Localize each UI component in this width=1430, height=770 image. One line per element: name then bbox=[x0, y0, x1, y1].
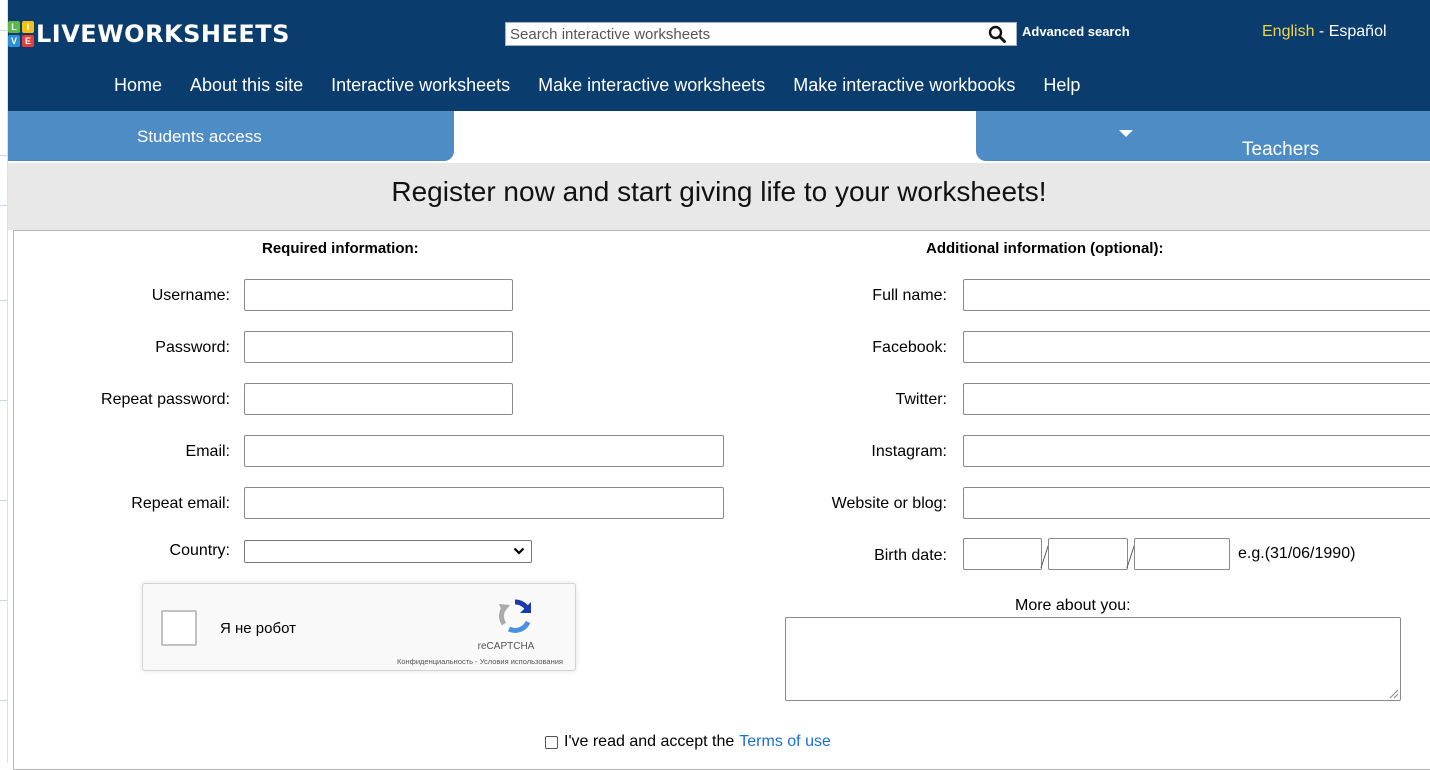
chevron-down-icon bbox=[513, 547, 525, 555]
website-input[interactable] bbox=[963, 487, 1430, 519]
access-tabs: Students access Teachers access bbox=[8, 111, 1430, 182]
twitter-input[interactable] bbox=[963, 383, 1430, 415]
instagram-label: Instagram: bbox=[871, 443, 947, 460]
birth-year-input[interactable] bbox=[1134, 538, 1230, 570]
nav-make-workbooks[interactable]: Make interactive workbooks bbox=[793, 75, 1015, 96]
recaptcha-checkbox[interactable] bbox=[161, 610, 197, 646]
birth-month-input[interactable] bbox=[1048, 538, 1128, 570]
email-label: Email: bbox=[185, 443, 230, 460]
header-bar: L I V E LIVEWORKSHEETS Advanced search E… bbox=[8, 0, 1430, 111]
username-label: Username: bbox=[151, 287, 230, 304]
logo-text: LIVEWORKSHEETS bbox=[36, 20, 290, 48]
lang-english-link[interactable]: English bbox=[1262, 23, 1314, 40]
full-name-label: Full name: bbox=[872, 287, 947, 304]
password-label: Password: bbox=[155, 339, 230, 356]
full-name-input[interactable] bbox=[963, 279, 1430, 311]
terms-row: I've read and accept the Terms of use bbox=[545, 733, 831, 751]
instagram-input[interactable] bbox=[963, 435, 1430, 467]
email-input[interactable] bbox=[244, 435, 724, 467]
facebook-input[interactable] bbox=[963, 331, 1430, 363]
nav-make-worksheets[interactable]: Make interactive worksheets bbox=[538, 75, 765, 96]
password-input[interactable] bbox=[244, 331, 513, 363]
birth-day-input[interactable] bbox=[963, 538, 1042, 570]
repeat-email-label: Repeat email: bbox=[131, 495, 230, 512]
page-title: Register now and start giving life to yo… bbox=[391, 176, 1047, 207]
more-about-label: More about you: bbox=[1015, 597, 1131, 614]
lang-spanish-link[interactable]: Español bbox=[1329, 23, 1387, 40]
birth-date-example: e.g.(31/06/1990) bbox=[1238, 545, 1356, 562]
recaptcha-links-separator: - bbox=[473, 657, 480, 666]
country-label: Country: bbox=[169, 542, 230, 559]
students-access-label: Students access bbox=[137, 127, 262, 146]
facebook-label: Facebook: bbox=[872, 339, 947, 356]
birth-date-label: Birth date: bbox=[874, 547, 947, 564]
search-input[interactable] bbox=[506, 23, 974, 45]
recaptcha-terms-link[interactable]: Условия использования bbox=[480, 657, 563, 666]
website-label: Website or blog: bbox=[831, 495, 947, 512]
advanced-search-link[interactable]: Advanced search bbox=[1022, 24, 1130, 39]
students-access-tab[interactable]: Students access bbox=[8, 111, 454, 161]
lang-separator: - bbox=[1314, 23, 1329, 40]
recaptcha-brand: reCAPTCHA bbox=[477, 641, 535, 652]
country-select[interactable] bbox=[244, 540, 532, 563]
resize-grip-icon[interactable] bbox=[1389, 689, 1399, 699]
terms-checkbox[interactable] bbox=[545, 735, 558, 749]
terms-text: I've read and accept the bbox=[564, 733, 735, 750]
language-switcher: English - Español bbox=[1262, 23, 1387, 41]
more-about-textarea[interactable] bbox=[785, 617, 1401, 701]
username-input[interactable] bbox=[244, 279, 513, 311]
repeat-email-input[interactable] bbox=[244, 487, 724, 519]
repeat-password-label: Repeat password: bbox=[101, 391, 230, 408]
repeat-password-input[interactable] bbox=[244, 383, 513, 415]
nav-interactive-worksheets[interactable]: Interactive worksheets bbox=[331, 75, 510, 96]
nav-help[interactable]: Help bbox=[1043, 75, 1080, 96]
optional-heading: Additional information (optional): bbox=[926, 240, 1164, 257]
terms-of-use-link[interactable]: Terms of use bbox=[739, 733, 831, 751]
title-band: Register now and start giving life to yo… bbox=[8, 163, 1430, 230]
logo-mark-icon: L I V E bbox=[8, 21, 34, 47]
nav-about[interactable]: About this site bbox=[190, 75, 303, 96]
recaptcha-widget: Я не робот reCAPTCHA Конфиденциальность … bbox=[142, 583, 576, 671]
site-logo[interactable]: L I V E LIVEWORKSHEETS bbox=[8, 16, 290, 52]
recaptcha-label: Я не робот bbox=[220, 620, 296, 637]
search-box bbox=[505, 22, 1017, 46]
caret-down-icon bbox=[1119, 130, 1133, 138]
search-icon bbox=[988, 25, 1006, 43]
registration-form: Required information: Additional informa… bbox=[13, 230, 1430, 770]
required-heading: Required information: bbox=[262, 240, 419, 257]
twitter-label: Twitter: bbox=[895, 391, 947, 408]
teachers-access-tab[interactable]: Teachers access bbox=[976, 111, 1430, 182]
nav-home[interactable]: Home bbox=[114, 75, 162, 96]
left-edge-strip bbox=[0, 0, 8, 763]
recaptcha-logo-icon bbox=[499, 599, 531, 633]
search-button[interactable] bbox=[984, 24, 1010, 44]
main-nav: Home About this site Interactive workshe… bbox=[114, 75, 1080, 96]
recaptcha-privacy-link[interactable]: Конфиденциальность bbox=[397, 657, 473, 666]
